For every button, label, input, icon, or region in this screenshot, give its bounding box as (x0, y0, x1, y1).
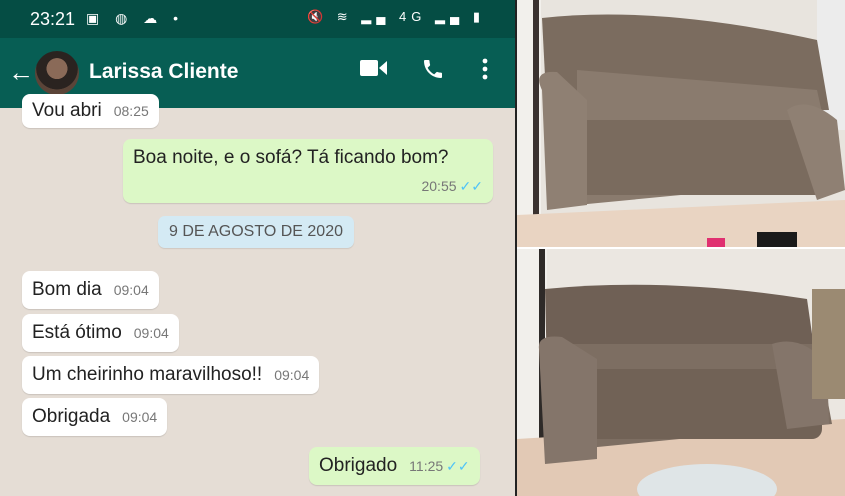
message-text: Bom dia (32, 279, 102, 300)
sofa-image-bottom (517, 249, 845, 496)
status-time: 23:21 (30, 9, 76, 29)
message-text: Vou abri (32, 100, 102, 121)
message-text: Obrigada (32, 406, 111, 427)
read-ticks-icon: ✓✓ (446, 458, 470, 474)
message-text: Um cheirinho maravilhoso!! (32, 364, 263, 385)
more-options-icon[interactable] (480, 57, 490, 88)
message-time: 09:04 (133, 325, 169, 341)
message-incoming[interactable]: Um cheirinho maravilhoso!! 09:04 (22, 356, 320, 394)
message-incoming[interactable]: Vou abri 08:25 (22, 94, 159, 128)
status-bar: 23:21 ▣ ◍ ☁ • 🔇 ≋ ▂▄ 4G ▂▄ ▮ (0, 0, 515, 38)
message-list[interactable]: Vou abri 08:25 Boa noite, e o sofá? Tá fi… (0, 94, 515, 496)
message-text: Boa noite, e o sofá? Tá ficando bom? (133, 147, 449, 168)
notification-icons: ▣ ◍ ☁ • (86, 10, 185, 26)
message-time: 09:04 (113, 282, 149, 298)
video-call-icon[interactable] (360, 57, 388, 85)
message-incoming[interactable]: Obrigada 09:04 (22, 398, 168, 436)
message-incoming[interactable]: Está ótimo 09:04 (22, 314, 179, 352)
avatar[interactable] (35, 51, 79, 95)
contact-name[interactable]: Larissa Cliente (89, 60, 238, 84)
date-separator: 9 DE AGOSTO DE 2020 (158, 216, 354, 248)
message-time: 08:25 (113, 103, 149, 119)
message-time: 09:04 (122, 409, 158, 425)
message-time: 11:25 (409, 458, 444, 474)
sofa-photo-2[interactable] (517, 249, 845, 496)
message-incoming[interactable]: Bom dia 09:04 (22, 271, 159, 309)
back-arrow-icon[interactable]: ← (8, 59, 34, 85)
message-text: Está ótimo (32, 322, 122, 343)
sofa-image-top (517, 0, 845, 247)
message-outgoing[interactable]: Boa noite, e o sofá? Tá ficando bom? 20:… (123, 139, 493, 203)
chat-screen: 23:21 ▣ ◍ ☁ • 🔇 ≋ ▂▄ 4G ▂▄ ▮ ← Larissa C… (0, 0, 515, 496)
voice-call-icon[interactable] (421, 57, 445, 88)
message-text: Obrigado (319, 455, 398, 476)
message-time: 09:04 (274, 367, 310, 383)
message-time: 20:55 (421, 178, 457, 194)
message-outgoing[interactable]: Obrigado 11:25 ✓✓ (309, 447, 480, 485)
sofa-photo-1[interactable] (517, 0, 845, 247)
system-icons: 🔇 ≋ ▂▄ 4G ▂▄ ▮ (306, 9, 485, 24)
read-ticks-icon: ✓✓ (459, 178, 483, 194)
